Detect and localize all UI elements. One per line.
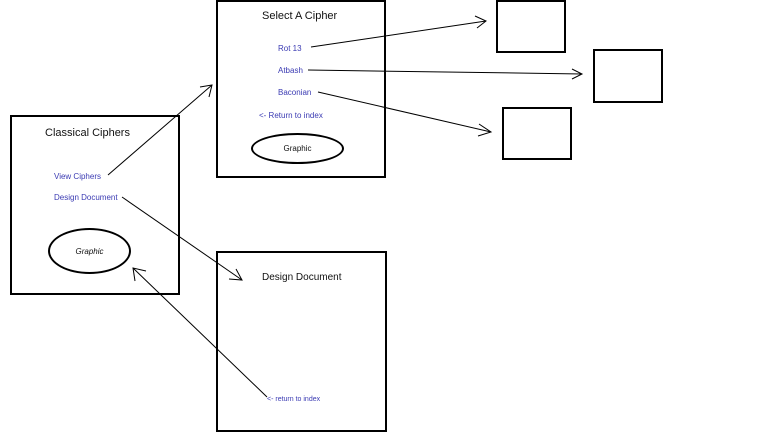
index-page-box: Classical Ciphers View Ciphers Design Do… <box>10 115 180 295</box>
view-ciphers-link[interactable]: View Ciphers <box>54 172 101 181</box>
cipher-graphic-ellipse: Graphic <box>251 133 344 164</box>
design-return-to-index-link[interactable]: <- return to index <box>267 396 320 403</box>
rot13-page-box <box>496 0 566 53</box>
rot13-link[interactable]: Rot 13 <box>278 44 302 53</box>
baconian-link[interactable]: Baconian <box>278 88 311 97</box>
atbash-page-box <box>593 49 663 103</box>
index-graphic-ellipse: Graphic <box>48 228 131 274</box>
baconian-page-box <box>502 107 572 160</box>
cipher-page-title: Select A Cipher <box>262 10 338 22</box>
design-page-box: Design Document <- return to index <box>216 251 387 432</box>
design-document-link[interactable]: Design Document <box>54 193 118 202</box>
index-page-title: Classical Ciphers <box>45 127 130 139</box>
return-to-index-link[interactable]: <- Return to index <box>259 111 323 120</box>
design-page-title: Design Document <box>262 272 342 283</box>
cipher-page-box: Select A Cipher Rot 13 Atbash Baconian <… <box>216 0 386 178</box>
cipher-graphic-label: Graphic <box>283 144 312 153</box>
atbash-link[interactable]: Atbash <box>278 66 303 75</box>
index-graphic-label: Graphic <box>75 246 104 256</box>
